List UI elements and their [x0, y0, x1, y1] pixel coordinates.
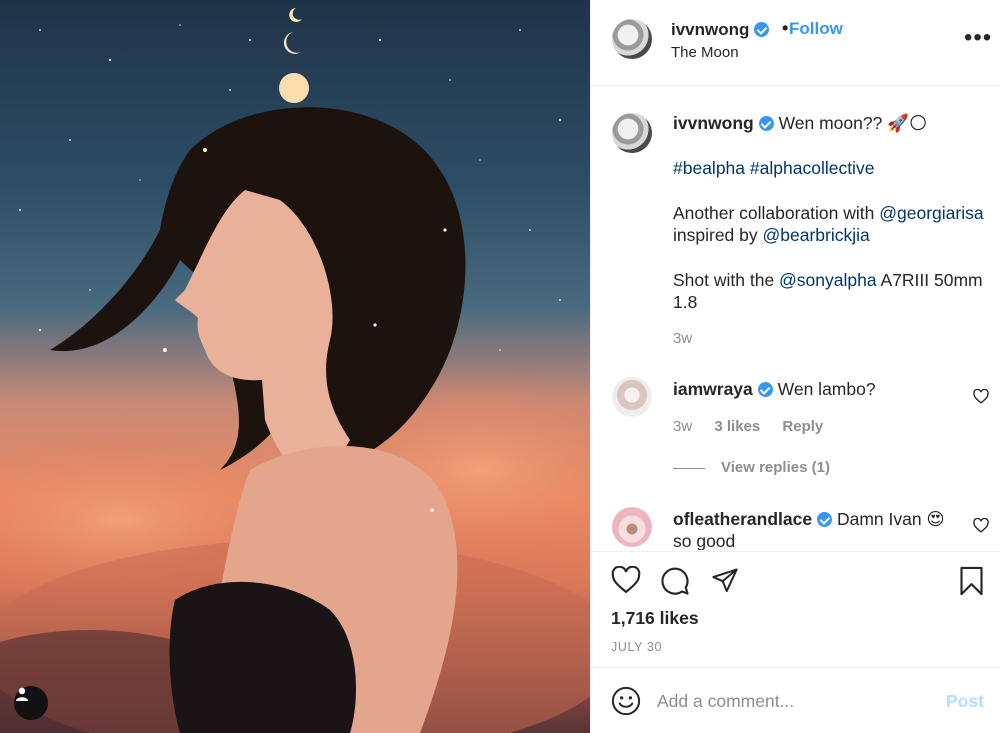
replies-divider — [673, 467, 705, 469]
user-tag-icon — [16, 687, 28, 701]
hashtag-link[interactable]: #bealpha — [673, 158, 745, 178]
author-username[interactable]: ivvnwong — [671, 20, 770, 40]
reply-button[interactable]: Reply — [782, 418, 823, 435]
mention-link[interactable]: @sonyalpha — [779, 270, 877, 290]
bookmark-icon[interactable] — [958, 566, 985, 596]
caption-text: Wen moon?? 🚀🌕 — [778, 113, 928, 133]
like-heart-icon[interactable] — [611, 566, 641, 594]
comment-icon[interactable] — [660, 566, 690, 596]
post-actions: 1,716 likes JULY 30 — [591, 551, 1000, 666]
mention-link[interactable]: @georgiarisa — [879, 203, 983, 223]
follow-button[interactable]: Follow — [789, 19, 843, 39]
emoji-icon[interactable] — [611, 686, 641, 716]
verified-badge-icon — [758, 116, 774, 131]
post-date[interactable]: JULY 30 — [611, 640, 662, 654]
comment-meta: 3w 3 likes Reply — [673, 418, 841, 435]
caption-timestamp[interactable]: 3w — [673, 330, 692, 347]
post-image[interactable] — [0, 0, 590, 733]
comment-text: Wen lambo? — [777, 379, 876, 399]
likes-count[interactable]: 1,716 likes — [611, 608, 699, 629]
more-options-icon[interactable]: ••• — [964, 26, 992, 50]
comment-timestamp[interactable]: 3w — [673, 418, 692, 435]
caption-author-avatar[interactable] — [612, 113, 652, 153]
user-tag-button[interactable] — [14, 686, 48, 720]
post-caption: ivvnwong Wen moon?? 🚀🌕 #bealpha #alphaco… — [673, 112, 993, 336]
like-comment-heart-icon[interactable] — [973, 518, 989, 533]
commenter-avatar[interactable] — [612, 507, 652, 547]
verified-badge-icon — [754, 22, 770, 37]
add-comment-bar: Post — [591, 667, 1000, 733]
comment-text: Damn Ivan 😍 — [836, 509, 945, 529]
verified-badge-icon — [817, 512, 833, 527]
comments-section[interactable]: ivvnwong Wen moon?? 🚀🌕 #bealpha #alphaco… — [591, 87, 1000, 550]
commenter-username[interactable]: iamwraya — [673, 379, 753, 399]
comment-likes[interactable]: 3 likes — [714, 418, 760, 435]
mention-link[interactable]: @bearbrickjia — [763, 225, 870, 245]
separator-dot: • — [782, 18, 789, 38]
post-header: ivvnwong • Follow The Moon ••• — [591, 0, 1000, 86]
view-replies-button[interactable]: View replies (1) — [673, 459, 830, 476]
comment-body: iamwraya Wen lambo? — [673, 379, 876, 400]
caption-username[interactable]: ivvnwong — [673, 113, 754, 133]
caption-text: Shot with the — [673, 270, 775, 290]
post-illustration — [0, 8, 590, 733]
comment-input[interactable] — [657, 686, 927, 716]
comment-body: ofleatherandlace Damn Ivan 😍 — [673, 509, 945, 530]
caption-text: Another collaboration with — [673, 203, 875, 223]
commenter-avatar[interactable] — [612, 377, 652, 417]
post-location[interactable]: The Moon — [671, 44, 739, 61]
caption-text: inspired by — [673, 225, 758, 245]
hashtag-link[interactable]: #alphacollective — [750, 158, 875, 178]
post-side-panel: ivvnwong • Follow The Moon ••• ivvnwong … — [590, 0, 1000, 733]
share-icon[interactable] — [710, 566, 740, 594]
post-comment-button[interactable]: Post — [946, 691, 984, 712]
verified-badge-icon — [757, 382, 773, 397]
commenter-username[interactable]: ofleatherandlace — [673, 509, 812, 529]
like-comment-heart-icon[interactable] — [973, 389, 989, 404]
author-avatar[interactable] — [612, 19, 652, 59]
comment-text-continued: so good — [673, 531, 736, 550]
